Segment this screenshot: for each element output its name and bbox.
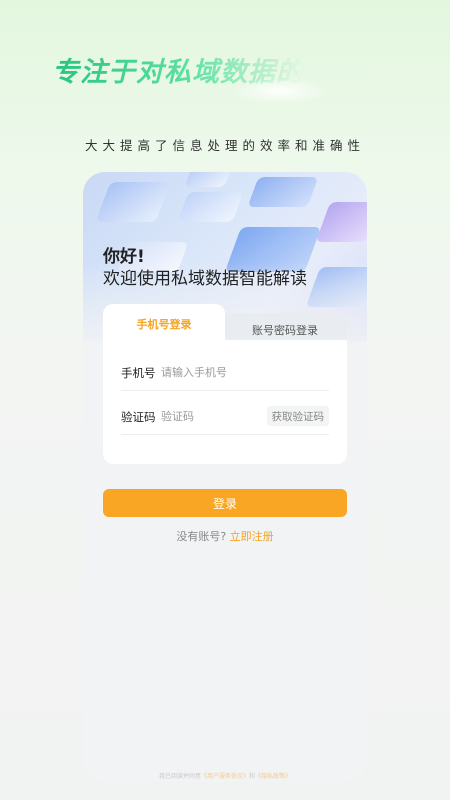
get-code-button[interactable]: 获取验证码 — [266, 406, 329, 426]
code-field-row: 验证码 获取验证码 — [121, 400, 329, 435]
phone-field-row: 手机号 — [121, 356, 329, 391]
terms-link[interactable]: 《用户服务协议》 — [201, 773, 249, 780]
register-row: 没有账号? 立即注册 — [83, 528, 367, 544]
agreement-text: 我已阅读并同意 — [158, 773, 201, 780]
agreement-footer: 我已阅读并同意《用户服务协议》和《隐私政策》 — [83, 771, 367, 780]
register-link[interactable]: 立即注册 — [230, 530, 274, 543]
no-account-text: 没有账号? — [176, 530, 227, 543]
code-input[interactable] — [161, 405, 257, 427]
tab-phone-login[interactable]: 手机号登录 — [103, 304, 225, 344]
phone-input[interactable] — [161, 361, 321, 383]
login-button[interactable]: 登录 — [103, 489, 347, 517]
phone-label: 手机号 — [121, 366, 156, 380]
login-form: 手机号 验证码 获取验证码 — [103, 340, 347, 464]
code-label: 验证码 — [121, 410, 156, 424]
hero-subtitle: 大大提高了信息处理的效率和准确性 — [84, 138, 365, 153]
login-card: 你好! 欢迎使用私域数据智能解读 账号密码登录 手机号登录 手机号 验证码 获取… — [83, 172, 367, 782]
greeting-subtitle: 欢迎使用私域数据智能解读 — [103, 269, 307, 289]
privacy-link[interactable]: 《隐私政策》 — [255, 773, 291, 780]
hero-slogan: 专注于对私域数据的 — [52, 50, 304, 89]
